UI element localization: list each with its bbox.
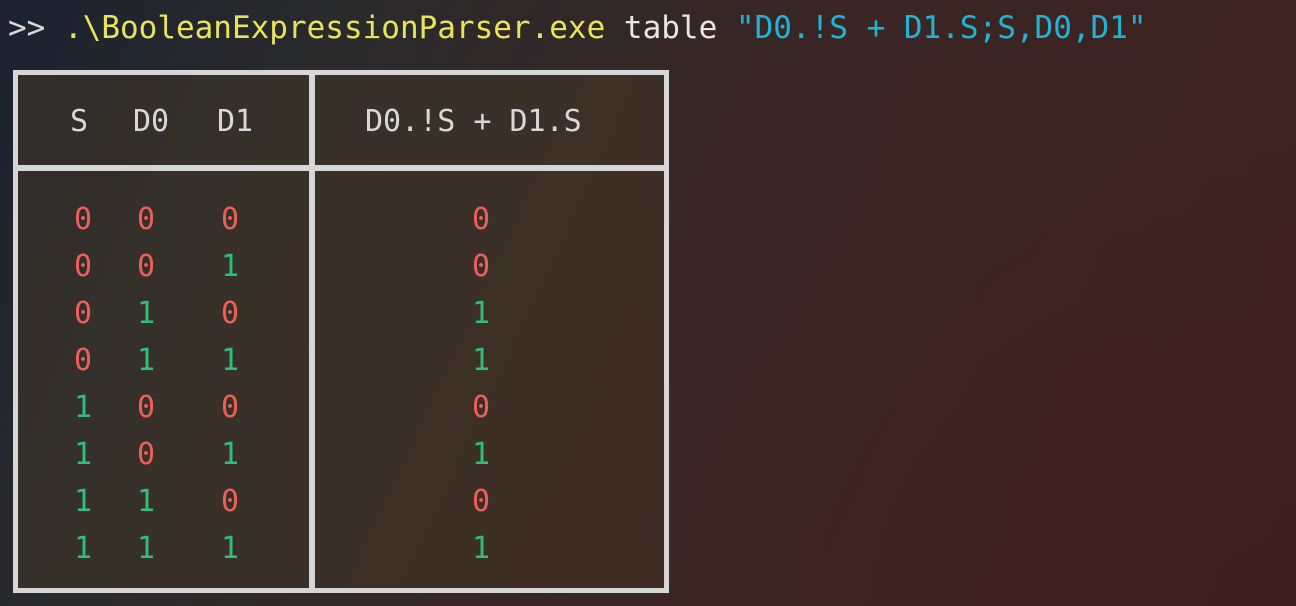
table-cell: 1 [136,531,156,566]
table-cell: 1 [73,390,93,425]
command-line: >> .\BooleanExpressionParser.exe table "… [8,6,1147,50]
subcommand: table [623,10,718,46]
header-s: S [70,104,89,139]
table-cell: 0 [73,249,93,284]
output-cell: 1 [471,296,491,331]
table-cell: 0 [220,202,240,237]
table-cell: 1 [136,343,156,378]
output-cell: 0 [471,202,491,237]
table-cell: 0 [136,437,156,472]
table-cell: 1 [136,296,156,331]
prompt-symbol: >> [8,10,46,46]
output-cell: 1 [471,437,491,472]
truth-table: S D0 D1 D0.!S + D1.S 0 0 0 0 0 0 1 0 0 1 0 1 0 1 1 1 1 0 0… [13,70,669,593]
table-cell: 1 [73,437,93,472]
table-cell: 0 [73,202,93,237]
table-cell: 0 [73,296,93,331]
table-cell: 0 [220,296,240,331]
output-cell: 0 [471,390,491,425]
table-cell: 1 [220,437,240,472]
output-cell: 1 [471,343,491,378]
table-cell: 0 [220,484,240,519]
table-cell: 0 [136,249,156,284]
table-cell: 0 [136,390,156,425]
header-d0: D0 [133,104,170,139]
table-cell: 1 [136,484,156,519]
output-cell: 0 [471,484,491,519]
table-cell: 1 [73,484,93,519]
table-cell: 1 [220,531,240,566]
header-divider [18,165,664,171]
output-cell: 0 [471,249,491,284]
column-divider [309,75,315,588]
expression-argument: "D0.!S + D1.S;S,D0,D1" [735,10,1147,46]
header-expression: D0.!S + D1.S [365,104,582,139]
table-cell: 1 [220,343,240,378]
table-cell: 0 [220,390,240,425]
executable-name: .\BooleanExpressionParser.exe [64,10,606,46]
table-cell: 0 [136,202,156,237]
output-cell: 1 [471,531,491,566]
table-cell: 1 [73,531,93,566]
table-cell: 1 [220,249,240,284]
header-d1: D1 [217,104,254,139]
table-cell: 0 [73,343,93,378]
